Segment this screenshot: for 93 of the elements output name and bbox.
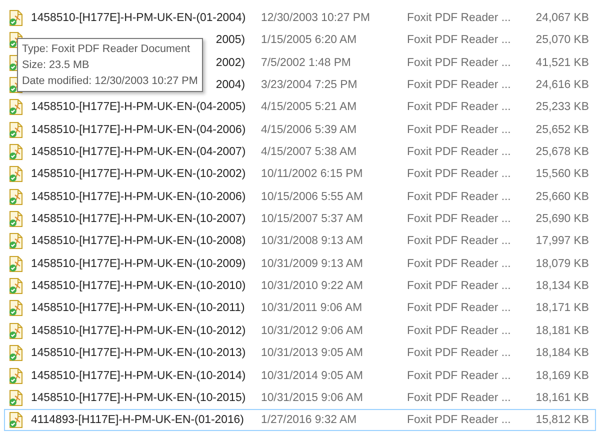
pdf-file-icon xyxy=(9,322,23,339)
date-modified: 7/5/2002 1:48 PM xyxy=(261,56,352,69)
file-size: 18,161 KB xyxy=(534,392,589,404)
file-type: Foxit PDF Reader ... xyxy=(407,370,512,382)
file-name[interactable]: 1458510-[H177E]-H-PM-UK-EN-(01-2004) xyxy=(31,12,245,24)
file-size: 24,616 KB xyxy=(534,79,589,92)
pdf-file-icon xyxy=(9,368,23,384)
file-name[interactable]: 1458510-[H177E]-H-PM-UK-EN-(10-2008) xyxy=(31,235,245,248)
date-modified: 4/15/2006 5:39 AM xyxy=(261,124,358,136)
date-modified: 10/31/2010 9:22 AM xyxy=(261,280,364,292)
pdf-file-icon xyxy=(9,211,23,228)
file-name[interactable]: 1458510-[H177E]-H-PM-UK-EN-(04-2006) xyxy=(31,124,245,136)
tooltip-text: Type: Foxit PDF Reader Document xyxy=(22,42,192,57)
tooltip-text: Size: 23.5 MB xyxy=(22,58,90,73)
date-modified: 4/15/2007 5:38 AM xyxy=(261,146,358,158)
file-size: 24,067 KB xyxy=(534,12,589,24)
file-size: 18,184 KB xyxy=(534,347,589,360)
file-type: Foxit PDF Reader ... xyxy=(407,302,512,314)
file-size: 25,690 KB xyxy=(534,213,589,226)
date-modified: 10/31/2013 9:05 AM xyxy=(261,347,364,360)
file-type: Foxit PDF Reader ... xyxy=(407,347,512,360)
pdf-file-icon xyxy=(9,233,23,250)
file-name[interactable]: 1458510-[H177E]-H-PM-UK-EN-(10-2009) xyxy=(31,258,245,270)
pdf-file-icon xyxy=(9,144,23,160)
file-type: Foxit PDF Reader ... xyxy=(407,324,512,337)
file-type: Foxit PDF Reader ... xyxy=(407,146,512,158)
date-modified: 10/31/2012 9:06 AM xyxy=(261,324,364,337)
file-name[interactable]: 1458510-[H177E]-H-PM-UK-EN-(10-2013) xyxy=(31,347,245,360)
file-type: Foxit PDF Reader ... xyxy=(407,190,512,203)
date-modified: 10/31/2014 9:05 AM xyxy=(261,370,364,382)
pdf-file-icon xyxy=(9,10,23,26)
date-modified: 10/31/2008 9:13 AM xyxy=(261,235,364,248)
file-type: Foxit PDF Reader ... xyxy=(407,235,512,248)
file-name[interactable]: 1458510-[H177E]-H-PM-UK-EN-(10-2006) xyxy=(31,190,245,203)
tooltip-text: Date modified: 12/30/2003 10:27 PM xyxy=(22,74,198,89)
pdf-file-icon xyxy=(9,300,23,316)
file-type: Foxit PDF Reader ... xyxy=(407,12,512,24)
date-modified: 10/15/2007 5:37 AM xyxy=(261,213,364,226)
file-name[interactable]: 4114893-[H117E]-H-PM-UK-EN-(01-2016) xyxy=(31,414,245,426)
file-type: Foxit PDF Reader ... xyxy=(407,258,512,270)
selected-row[interactable]: 4114893-[H117E]-H-PM-UK-EN-(01-2016) 1/27/2016 9:32 AM Foxit PDF Reader ... 15,812 KB xyxy=(4,409,596,432)
pdf-file-icon xyxy=(9,166,23,182)
file-size: 25,652 KB xyxy=(534,124,589,136)
file-name[interactable]: 1458510-[H177E]-H-PM-UK-EN-(04-2007) xyxy=(31,146,245,158)
pdf-file-icon xyxy=(9,122,23,138)
pdf-file-icon xyxy=(9,99,23,116)
file-size: 15,812 KB xyxy=(534,414,589,426)
date-modified: 3/23/2004 7:25 PM xyxy=(261,79,358,92)
file-type: Foxit PDF Reader ... xyxy=(407,101,512,114)
file-name[interactable]: 1458510-[H177E]-H-PM-UK-EN-(04-2005) xyxy=(31,101,245,114)
file-type: Foxit PDF Reader ... xyxy=(407,79,512,92)
pdf-file-icon xyxy=(9,345,23,362)
file-type: Foxit PDF Reader ... xyxy=(407,392,512,404)
file-type: Foxit PDF Reader ... xyxy=(407,56,512,69)
date-modified: 12/30/2003 10:27 PM xyxy=(261,12,371,24)
file-name[interactable]: 1458510-[H177E]-H-PM-UK-EN-(10-2010) xyxy=(31,280,245,292)
file-size: 18,134 KB xyxy=(534,280,589,292)
pdf-file-icon xyxy=(9,188,23,205)
pdf-file-icon xyxy=(9,278,23,294)
date-modified: 10/31/2009 9:13 AM xyxy=(261,258,364,270)
file-size: 25,233 KB xyxy=(534,101,589,114)
file-name[interactable]: 1458510-[H177E]-H-PM-UK-EN-(10-2011) xyxy=(31,302,245,314)
file-name[interactable]: 1458510-[H177E]-H-PM-UK-EN-(10-2014) xyxy=(31,370,245,382)
file-size: 25,660 KB xyxy=(534,190,589,203)
file-type: Foxit PDF Reader ... xyxy=(407,168,512,180)
file-type: Foxit PDF Reader ... xyxy=(407,213,512,226)
file-size: 25,070 KB xyxy=(534,34,589,46)
date-modified: 10/31/2011 9:06 AM xyxy=(261,302,364,314)
date-modified: 1/27/2016 9:32 AM xyxy=(261,414,358,426)
file-size: 18,171 KB xyxy=(534,302,589,314)
date-modified: 1/15/2005 6:20 AM xyxy=(261,34,358,46)
file-type: Foxit PDF Reader ... xyxy=(407,414,512,426)
file-type: Foxit PDF Reader ... xyxy=(407,124,512,136)
pdf-file-icon xyxy=(9,412,23,428)
date-modified: 10/15/2006 5:55 AM xyxy=(261,190,364,203)
date-modified: 4/15/2005 5:21 AM xyxy=(261,101,358,114)
file-name[interactable]: 1458510-[H177E]-H-PM-UK-EN-(10-2007) xyxy=(31,213,245,226)
file-size: 15,560 KB xyxy=(534,168,589,180)
file-name[interactable]: 1458510-[H177E]-H-PM-UK-EN-(10-2002) xyxy=(31,168,245,180)
file-name[interactable]: 1458510-[H177E]-H-PM-UK-EN-(10-2012) xyxy=(31,324,245,337)
file-size: 41,521 KB xyxy=(534,56,589,69)
file-type: Foxit PDF Reader ... xyxy=(407,280,512,292)
pdf-file-icon xyxy=(9,256,23,272)
date-modified: 10/11/2002 6:15 PM xyxy=(261,168,364,180)
file-size: 18,169 KB xyxy=(534,370,589,382)
file-type: Foxit PDF Reader ... xyxy=(407,34,512,46)
file-size: 17,997 KB xyxy=(534,235,589,248)
file-size: 18,181 KB xyxy=(534,324,589,337)
pdf-file-icon xyxy=(9,390,23,406)
date-modified: 10/31/2015 9:06 AM xyxy=(261,392,364,404)
file-size: 18,079 KB xyxy=(534,258,589,270)
file-name[interactable]: 1458510-[H177E]-H-PM-UK-EN-(10-2015) xyxy=(31,392,245,404)
file-size: 25,678 KB xyxy=(534,146,589,158)
